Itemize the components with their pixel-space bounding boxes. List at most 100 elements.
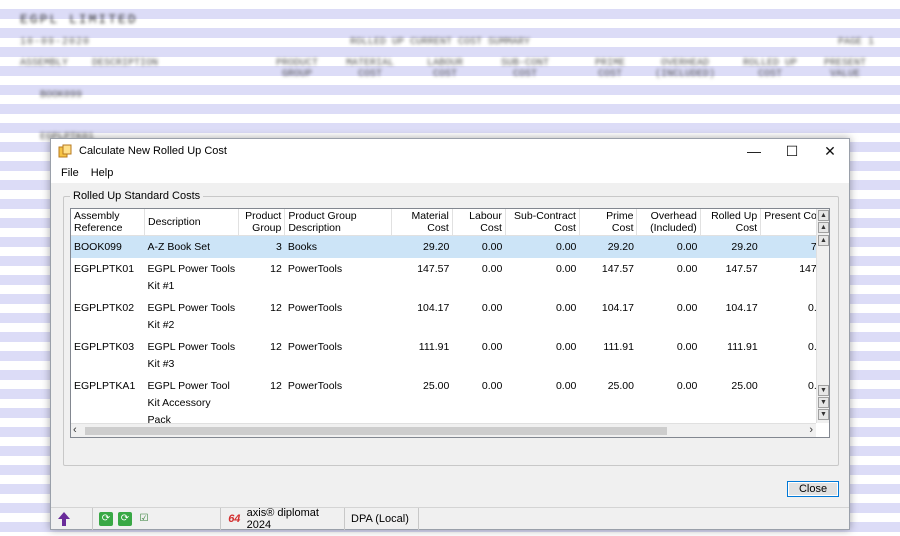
report-col-group: PRODUCT GROUP <box>275 58 318 80</box>
product-name: axis® diplomat 2024 <box>246 506 319 531</box>
description-cell: A-Z Book Set <box>144 235 239 258</box>
product-group-cell: 12 <box>270 263 282 275</box>
minimize-button[interactable]: — <box>735 139 773 163</box>
labour-cost-cell: 0.00 <box>481 302 503 314</box>
status-nav-cell <box>51 507 93 530</box>
group-description-cell: PowerTools <box>287 263 343 275</box>
up-arrow-icon[interactable] <box>57 511 71 526</box>
col-header-subcontract-cost[interactable]: Sub-Contract Cost <box>505 209 580 236</box>
prime-cost-cell: 111.91 <box>603 341 634 353</box>
menu-file[interactable]: File <box>55 167 85 179</box>
scroll-top-icon[interactable]: ▲ <box>818 210 829 221</box>
product-group-cell: 12 <box>270 302 282 314</box>
col-header-rolled-up-cost[interactable]: Rolled Up Cost <box>700 209 762 236</box>
group-title: Rolled Up Standard Costs <box>70 190 204 202</box>
labour-cost-cell: 0.00 <box>481 341 503 353</box>
dialog-titlebar: Calculate New Rolled Up Cost — ☐ ✕ <box>51 139 849 163</box>
close-window-button[interactable]: ✕ <box>811 139 849 163</box>
report-col-description: DESCRIPTION <box>92 58 159 69</box>
scroll-down-icon[interactable]: ▼ <box>818 397 829 408</box>
material-cost-cell: 111.91 <box>418 341 450 353</box>
scroll-up-icon[interactable]: ▲ <box>818 222 829 233</box>
overhead-cell: 0.00 <box>676 263 698 275</box>
product-group-cell: 3 <box>238 235 285 258</box>
table-row[interactable]: BOOK099 A-Z Book Set 3 Books 29.20 0.00 0.00 29… <box>71 235 829 258</box>
product-group-cell: 12 <box>270 341 282 353</box>
report-col-prime: PRIME COST <box>594 58 625 80</box>
overhead-cell: 0.00 <box>676 302 698 314</box>
report-title: EGPL LIMITED <box>20 12 138 27</box>
report-col-overhead: OVERHEAD (INCLUDED) <box>654 58 715 80</box>
overhead-cell: 0.00 <box>676 341 698 353</box>
description-cell: EGPL Power Tools Kit #2 <box>147 302 236 331</box>
subcontract-cost-cell: 0.00 <box>555 302 577 314</box>
report-col-rolledup: ROLLED UP COST <box>742 58 797 80</box>
table-row[interactable]: EGPLPTK02 EGPL Power Tools Kit #2 12 PowerT… <box>71 297 829 336</box>
group-description-cell: Books <box>284 235 392 258</box>
scroll-up-icon[interactable]: ▲ <box>818 235 829 246</box>
group-description-cell: PowerTools <box>287 341 343 353</box>
status-product-cell: 64 axis® diplomat 2024 <box>221 506 345 531</box>
report-name: ROLLED UP CURRENT COST SUMMARY <box>350 37 531 48</box>
cost-grid[interactable]: Assembly Reference Description Product G… <box>70 208 830 438</box>
assembly-cell: EGPLPTK01 <box>74 263 135 275</box>
report-col-assembly: ASSEMBLY <box>20 58 69 69</box>
refresh-icon[interactable]: ⟳ <box>99 511 113 526</box>
description-cell: EGPL Power Tools Kit #1 <box>147 263 236 292</box>
table-row[interactable]: EGPLPTK01 EGPL Power Tools Kit #1 12 PowerT… <box>71 258 829 297</box>
col-header-product-group[interactable]: Product Group <box>238 209 286 236</box>
col-header-description[interactable]: Description <box>144 209 239 236</box>
col-header-group-description[interactable]: Product Group Description <box>284 209 393 236</box>
version-badge-icon: 64 <box>228 512 241 525</box>
assembly-cell: BOOK099 <box>71 235 145 258</box>
calculator-app-icon <box>57 143 73 159</box>
group-description-cell: PowerTools <box>287 302 343 314</box>
rolled-up-cost-cell: 147.57 <box>725 263 758 275</box>
prime-cost-cell: 147.57 <box>601 263 634 275</box>
checklist-icon[interactable]: ☑ <box>137 512 151 526</box>
rolled-up-cost-cell: 111.91 <box>727 341 758 353</box>
cost-table: Assembly Reference Description Product G… <box>71 209 829 437</box>
refresh-all-icon[interactable]: ⟳ <box>118 511 132 526</box>
rolled-up-cost-cell: 104.17 <box>725 302 758 314</box>
report-col-material: MATERIAL COST <box>345 58 394 80</box>
status-database-cell: DPA (Local) <box>345 507 419 530</box>
close-button[interactable]: Close <box>787 481 839 497</box>
status-actions-cell: ⟳ ⟳ ☑ <box>93 507 221 530</box>
horizontal-scrollbar[interactable]: ‹ › <box>71 423 816 437</box>
col-header-assembly[interactable]: Assembly Reference <box>71 209 146 236</box>
prime-cost-cell: 29.20 <box>579 235 637 258</box>
report-page: PAGE 1 <box>837 37 874 48</box>
subcontract-cost-cell: 0.00 <box>505 235 580 258</box>
scroll-down-icon[interactable]: ▼ <box>818 385 829 396</box>
report-col-present: PRESENT VALUE <box>823 58 866 80</box>
assembly-cell: EGPLPTK03 <box>74 341 135 353</box>
scroll-left-icon[interactable]: ‹ <box>73 424 77 436</box>
overhead-cell: 0.00 <box>636 235 701 258</box>
status-bar: ⟳ ⟳ ☑ 64 axis® diplomat 2024 DPA (Local) <box>51 506 849 531</box>
description-cell: EGPL Power Tools Kit #3 <box>147 341 236 370</box>
col-header-labour-cost[interactable]: Labour Cost <box>452 209 506 236</box>
vertical-scrollbar[interactable]: ▲ ▲ ▲ ▼ ▼ ▼ <box>816 209 829 423</box>
material-cost-cell: 104.17 <box>417 302 450 314</box>
rolled-up-cost-cell: 29.20 <box>700 235 761 258</box>
menu-help[interactable]: Help <box>85 167 120 179</box>
col-header-prime-cost[interactable]: Prime Cost <box>579 209 638 236</box>
database-name: DPA (Local) <box>351 512 409 525</box>
scroll-bottom-icon[interactable]: ▼ <box>818 409 829 420</box>
report-col-labour: LABOUR COST <box>426 58 463 80</box>
subcontract-cost-cell: 0.00 <box>555 263 577 275</box>
horizontal-scroll-thumb[interactable] <box>85 427 667 435</box>
col-header-material-cost[interactable]: Material Cost <box>391 209 453 236</box>
rolled-up-costs-group: Rolled Up Standard Costs Assembly Refere… <box>63 190 839 466</box>
report-row: BOOK099 <box>40 90 83 101</box>
table-row[interactable]: EGPLPTK03 EGPL Power Tools Kit #3 12 PowerT… <box>71 336 829 375</box>
labour-cost-cell: 0.00 <box>481 263 503 275</box>
maximize-button[interactable]: ☐ <box>773 139 811 163</box>
table-header-row: Assembly Reference Description Product G… <box>71 209 829 236</box>
col-header-overhead[interactable]: Overhead (Included) <box>636 209 701 236</box>
scroll-right-icon[interactable]: › <box>809 424 813 436</box>
material-cost-cell: 29.20 <box>391 235 453 258</box>
rolled-up-cost-dialog: Calculate New Rolled Up Cost — ☐ ✕ File … <box>50 138 850 531</box>
menu-bar: File Help <box>51 163 849 183</box>
